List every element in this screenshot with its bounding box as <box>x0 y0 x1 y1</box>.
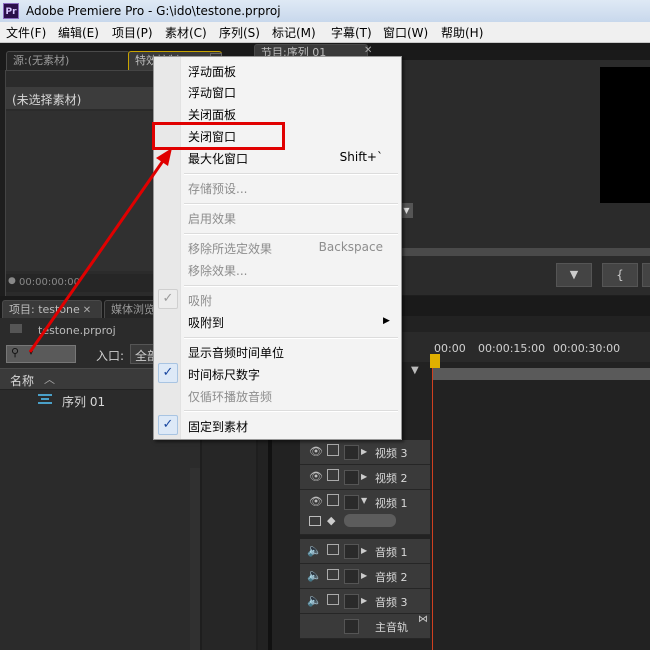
annotation-arrow-icon <box>28 148 172 353</box>
